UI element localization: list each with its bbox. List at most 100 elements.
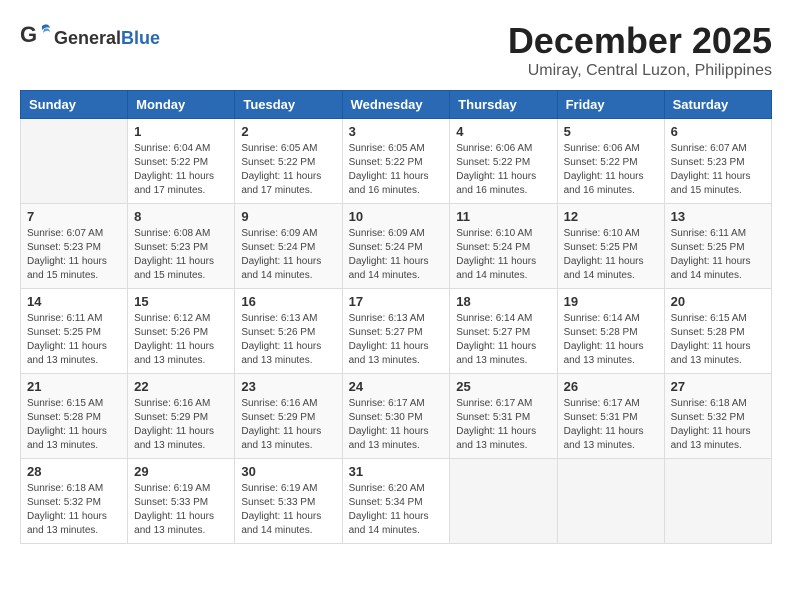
day-info: Sunrise: 6:19 AMSunset: 5:33 PMDaylight:… — [241, 482, 335, 538]
calendar-week-1: 1 Sunrise: 6:04 AMSunset: 5:22 PMDaylight… — [21, 119, 772, 204]
calendar-cell: 5Sunrise: 6:06 AMSunset: 5:22 PMDaylight… — [557, 119, 664, 204]
weekday-header-saturday: Saturday — [664, 91, 771, 119]
day-number: 17 — [349, 294, 444, 309]
day-number: 20 — [671, 294, 765, 309]
calendar-cell: 17 Sunrise: 6:13 AMSunset: 5:27 PMDayligh… — [342, 289, 450, 374]
day-info: Sunrise: 6:16 AMSunset: 5:29 PMDaylight:… — [134, 397, 228, 453]
weekday-header-tuesday: Tuesday — [235, 91, 342, 119]
calendar-cell: 11 Sunrise: 6:10 AMSunset: 5:24 PMDayligh… — [450, 204, 557, 289]
calendar-cell: 18Sunrise: 6:14 AMSunset: 5:27 PMDayligh… — [450, 289, 557, 374]
weekday-header-wednesday: Wednesday — [342, 91, 450, 119]
day-number: 14 — [27, 294, 121, 309]
calendar-cell: 3 Sunrise: 6:05 AMSunset: 5:22 PMDaylight… — [342, 119, 450, 204]
day-number: 10 — [349, 209, 444, 224]
day-number: 13 — [671, 209, 765, 224]
day-info: Sunrise: 6:05 AMSunset: 5:22 PMDaylight:… — [349, 142, 444, 198]
calendar-cell: 8Sunrise: 6:08 AMSunset: 5:23 PMDaylight… — [128, 204, 235, 289]
day-number: 11 — [456, 209, 550, 224]
svg-text:G: G — [20, 22, 37, 47]
day-number: 19 — [564, 294, 658, 309]
month-year-title: December 2025 — [508, 20, 772, 62]
day-number: 26 — [564, 379, 658, 394]
day-number: 28 — [27, 464, 121, 479]
day-info: Sunrise: 6:17 AMSunset: 5:31 PMDaylight:… — [456, 397, 550, 453]
day-info: Sunrise: 6:20 AMSunset: 5:34 PMDaylight:… — [349, 482, 444, 538]
day-info: Sunrise: 6:13 AMSunset: 5:27 PMDaylight:… — [349, 312, 444, 368]
day-info: Sunrise: 6:09 AMSunset: 5:24 PMDaylight:… — [349, 227, 444, 283]
day-info: Sunrise: 6:17 AMSunset: 5:31 PMDaylight:… — [564, 397, 658, 453]
day-number: 23 — [241, 379, 335, 394]
calendar-cell: 6 Sunrise: 6:07 AMSunset: 5:23 PMDaylight… — [664, 119, 771, 204]
day-info: Sunrise: 6:18 AMSunset: 5:32 PMDaylight:… — [27, 482, 121, 538]
calendar-header-row: SundayMondayTuesdayWednesdayThursdayFrid… — [21, 91, 772, 119]
calendar-week-2: 7 Sunrise: 6:07 AMSunset: 5:23 PMDaylight… — [21, 204, 772, 289]
day-info: Sunrise: 6:15 AMSunset: 5:28 PMDaylight:… — [671, 312, 765, 368]
calendar-cell: 30 Sunrise: 6:19 AMSunset: 5:33 PMDayligh… — [235, 459, 342, 544]
day-number: 1 — [134, 124, 228, 139]
day-number: 3 — [349, 124, 444, 139]
day-number: 16 — [241, 294, 335, 309]
day-number: 4 — [456, 124, 550, 139]
day-info: Sunrise: 6:07 AMSunset: 5:23 PMDaylight:… — [27, 227, 121, 283]
calendar-cell: 29 Sunrise: 6:19 AMSunset: 5:33 PMDayligh… — [128, 459, 235, 544]
calendar-cell: 12Sunrise: 6:10 AMSunset: 5:25 PMDayligh… — [557, 204, 664, 289]
day-number: 15 — [134, 294, 228, 309]
location-subtitle: Umiray, Central Luzon, Philippines — [508, 62, 772, 80]
day-info: Sunrise: 6:04 AMSunset: 5:22 PMDaylight:… — [134, 142, 228, 198]
day-number: 7 — [27, 209, 121, 224]
calendar-table: SundayMondayTuesdayWednesdayThursdayFrid… — [20, 90, 772, 544]
day-number: 2 — [241, 124, 335, 139]
calendar-cell: 19 Sunrise: 6:14 AMSunset: 5:28 PMDayligh… — [557, 289, 664, 374]
day-info: Sunrise: 6:14 AMSunset: 5:27 PMDaylight:… — [456, 312, 550, 368]
calendar-cell — [450, 459, 557, 544]
day-info: Sunrise: 6:19 AMSunset: 5:33 PMDaylight:… — [134, 482, 228, 538]
day-info: Sunrise: 6:16 AMSunset: 5:29 PMDaylight:… — [241, 397, 335, 453]
calendar-cell: 24Sunrise: 6:17 AMSunset: 5:30 PMDayligh… — [342, 374, 450, 459]
calendar-week-5: 28 Sunrise: 6:18 AMSunset: 5:32 PMDayligh… — [21, 459, 772, 544]
logo: G GeneralBlue — [20, 20, 160, 57]
day-info: Sunrise: 6:13 AMSunset: 5:26 PMDaylight:… — [241, 312, 335, 368]
day-number: 6 — [671, 124, 765, 139]
calendar-cell: 31 Sunrise: 6:20 AMSunset: 5:34 PMDayligh… — [342, 459, 450, 544]
calendar-body: 1 Sunrise: 6:04 AMSunset: 5:22 PMDaylight… — [21, 119, 772, 544]
calendar-cell — [664, 459, 771, 544]
day-info: Sunrise: 6:10 AMSunset: 5:24 PMDaylight:… — [456, 227, 550, 283]
day-number: 29 — [134, 464, 228, 479]
logo-icon: G — [20, 20, 52, 57]
title-block: December 2025 Umiray, Central Luzon, Phi… — [508, 20, 772, 80]
day-info: Sunrise: 6:06 AMSunset: 5:22 PMDaylight:… — [564, 142, 658, 198]
calendar-cell: 14 Sunrise: 6:11 AMSunset: 5:25 PMDayligh… — [21, 289, 128, 374]
calendar-cell: 16 Sunrise: 6:13 AMSunset: 5:26 PMDayligh… — [235, 289, 342, 374]
calendar-cell: 28 Sunrise: 6:18 AMSunset: 5:32 PMDayligh… — [21, 459, 128, 544]
day-info: Sunrise: 6:09 AMSunset: 5:24 PMDaylight:… — [241, 227, 335, 283]
calendar-cell: 10 Sunrise: 6:09 AMSunset: 5:24 PMDayligh… — [342, 204, 450, 289]
calendar-cell: 22 Sunrise: 6:16 AMSunset: 5:29 PMDayligh… — [128, 374, 235, 459]
day-info: Sunrise: 6:07 AMSunset: 5:23 PMDaylight:… — [671, 142, 765, 198]
day-info: Sunrise: 6:14 AMSunset: 5:28 PMDaylight:… — [564, 312, 658, 368]
day-number: 8 — [134, 209, 228, 224]
weekday-header-thursday: Thursday — [450, 91, 557, 119]
day-number: 9 — [241, 209, 335, 224]
day-number: 22 — [134, 379, 228, 394]
day-info: Sunrise: 6:11 AMSunset: 5:25 PMDaylight:… — [27, 312, 121, 368]
calendar-cell: 2Sunrise: 6:05 AMSunset: 5:22 PMDaylight… — [235, 119, 342, 204]
calendar-cell — [557, 459, 664, 544]
day-info: Sunrise: 6:06 AMSunset: 5:22 PMDaylight:… — [456, 142, 550, 198]
calendar-cell: 27Sunrise: 6:18 AMSunset: 5:32 PMDayligh… — [664, 374, 771, 459]
day-number: 24 — [349, 379, 444, 394]
calendar-cell: 23 Sunrise: 6:16 AMSunset: 5:29 PMDayligh… — [235, 374, 342, 459]
day-info: Sunrise: 6:15 AMSunset: 5:28 PMDaylight:… — [27, 397, 121, 453]
day-info: Sunrise: 6:12 AMSunset: 5:26 PMDaylight:… — [134, 312, 228, 368]
calendar-cell: 26 Sunrise: 6:17 AMSunset: 5:31 PMDayligh… — [557, 374, 664, 459]
calendar-week-4: 21 Sunrise: 6:15 AMSunset: 5:28 PMDayligh… — [21, 374, 772, 459]
calendar-cell: 1 Sunrise: 6:04 AMSunset: 5:22 PMDaylight… — [128, 119, 235, 204]
day-number: 31 — [349, 464, 444, 479]
day-number: 21 — [27, 379, 121, 394]
day-number: 25 — [456, 379, 550, 394]
weekday-header-friday: Friday — [557, 91, 664, 119]
day-number: 27 — [671, 379, 765, 394]
weekday-header-sunday: Sunday — [21, 91, 128, 119]
day-number: 30 — [241, 464, 335, 479]
calendar-week-3: 14 Sunrise: 6:11 AMSunset: 5:25 PMDayligh… — [21, 289, 772, 374]
day-number: 12 — [564, 209, 658, 224]
